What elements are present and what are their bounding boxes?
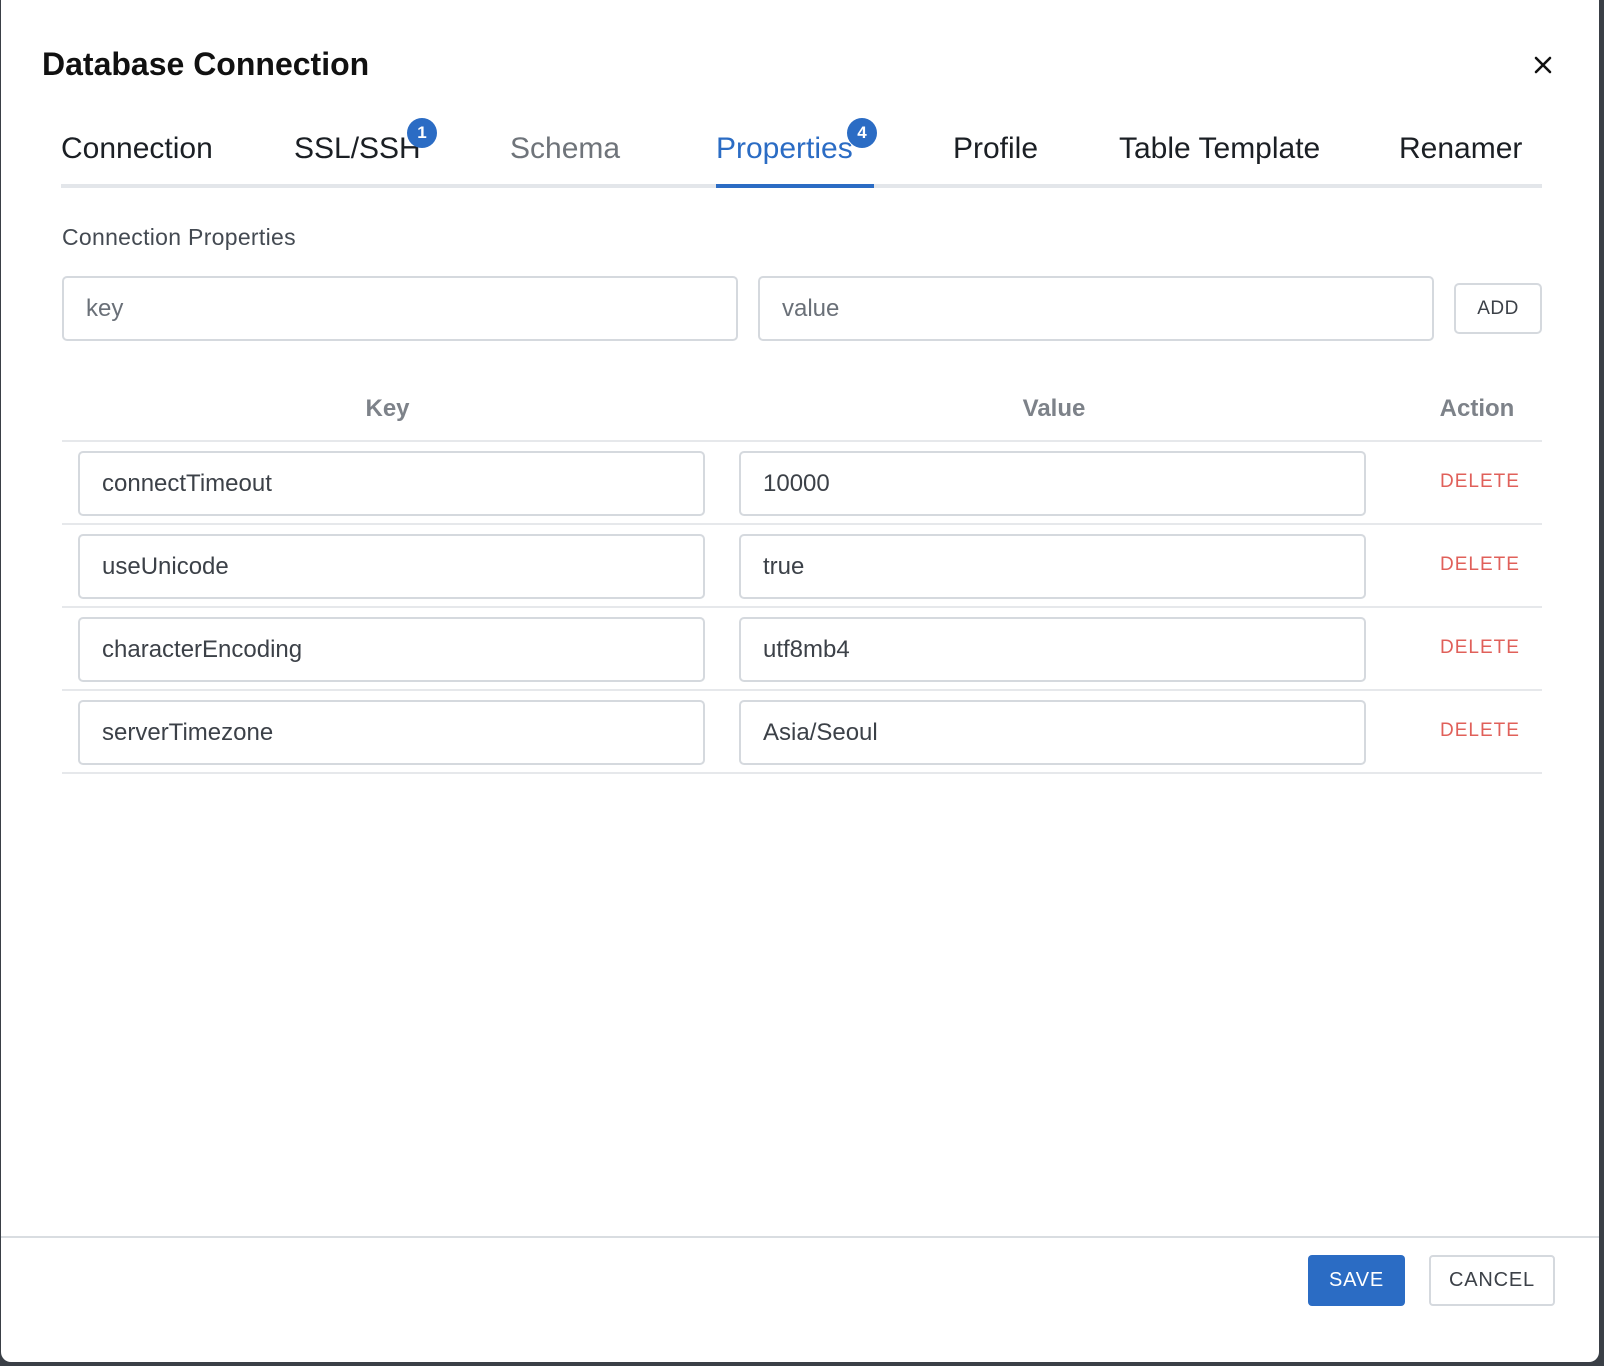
close-icon xyxy=(1534,56,1552,74)
property-value-field[interactable] xyxy=(739,451,1366,516)
property-key-field[interactable] xyxy=(78,451,705,516)
dialog-title: Database Connection xyxy=(42,46,370,82)
table-row: DELETE xyxy=(62,691,1542,774)
new-value-input[interactable] xyxy=(758,276,1434,341)
table-row: DELETE xyxy=(62,442,1542,525)
tab-ssl-ssh[interactable]: SSL/SSH xyxy=(294,110,421,188)
new-key-input[interactable] xyxy=(62,276,738,341)
tab-renamer[interactable]: Renamer xyxy=(1399,110,1522,188)
property-value-field[interactable] xyxy=(739,534,1366,599)
tab-connection[interactable]: Connection xyxy=(61,110,213,188)
delete-button[interactable]: DELETE xyxy=(1425,543,1535,587)
tab-bar: Connection SSL/SSH 1 Schema Properties 4… xyxy=(61,110,1542,188)
column-header-action: Action xyxy=(1439,395,1515,422)
active-tab-indicator xyxy=(716,184,874,188)
tab-label: Renamer xyxy=(1399,132,1523,165)
tab-schema[interactable]: Schema xyxy=(510,110,620,188)
add-property-button[interactable]: ADD xyxy=(1454,283,1542,334)
tab-label: Profile xyxy=(953,132,1039,165)
tab-label: Connection xyxy=(61,132,213,165)
property-value-field[interactable] xyxy=(739,617,1366,682)
tab-properties-badge: 4 xyxy=(847,118,877,148)
tab-label: Schema xyxy=(510,132,621,165)
column-header-key: Key xyxy=(365,395,410,422)
database-connection-dialog: Database Connection Connection SSL/SSH 1… xyxy=(1,0,1599,1362)
column-header-value: Value xyxy=(1022,395,1086,422)
tab-properties[interactable]: Properties xyxy=(716,110,853,188)
tab-label: SSL/SSH xyxy=(294,132,421,165)
tab-label: Table Template xyxy=(1119,132,1321,165)
section-label: Connection Properties xyxy=(62,224,296,250)
property-key-field[interactable] xyxy=(78,617,705,682)
delete-button[interactable]: DELETE xyxy=(1425,460,1535,504)
save-button[interactable]: SAVE xyxy=(1308,1255,1405,1306)
property-value-field[interactable] xyxy=(739,700,1366,765)
property-key-field[interactable] xyxy=(78,534,705,599)
tab-profile[interactable]: Profile xyxy=(953,110,1038,188)
close-button[interactable] xyxy=(1523,45,1563,85)
delete-button[interactable]: DELETE xyxy=(1425,626,1535,670)
tab-ssl-ssh-badge: 1 xyxy=(407,118,437,148)
table-row: DELETE xyxy=(62,525,1542,608)
delete-button[interactable]: DELETE xyxy=(1425,709,1535,753)
tab-label: Properties xyxy=(716,132,853,165)
footer-divider xyxy=(1,1236,1599,1238)
property-key-field[interactable] xyxy=(78,700,705,765)
tab-table-template[interactable]: Table Template xyxy=(1119,110,1320,188)
table-row: DELETE xyxy=(62,608,1542,691)
cancel-button[interactable]: CANCEL xyxy=(1429,1255,1555,1306)
